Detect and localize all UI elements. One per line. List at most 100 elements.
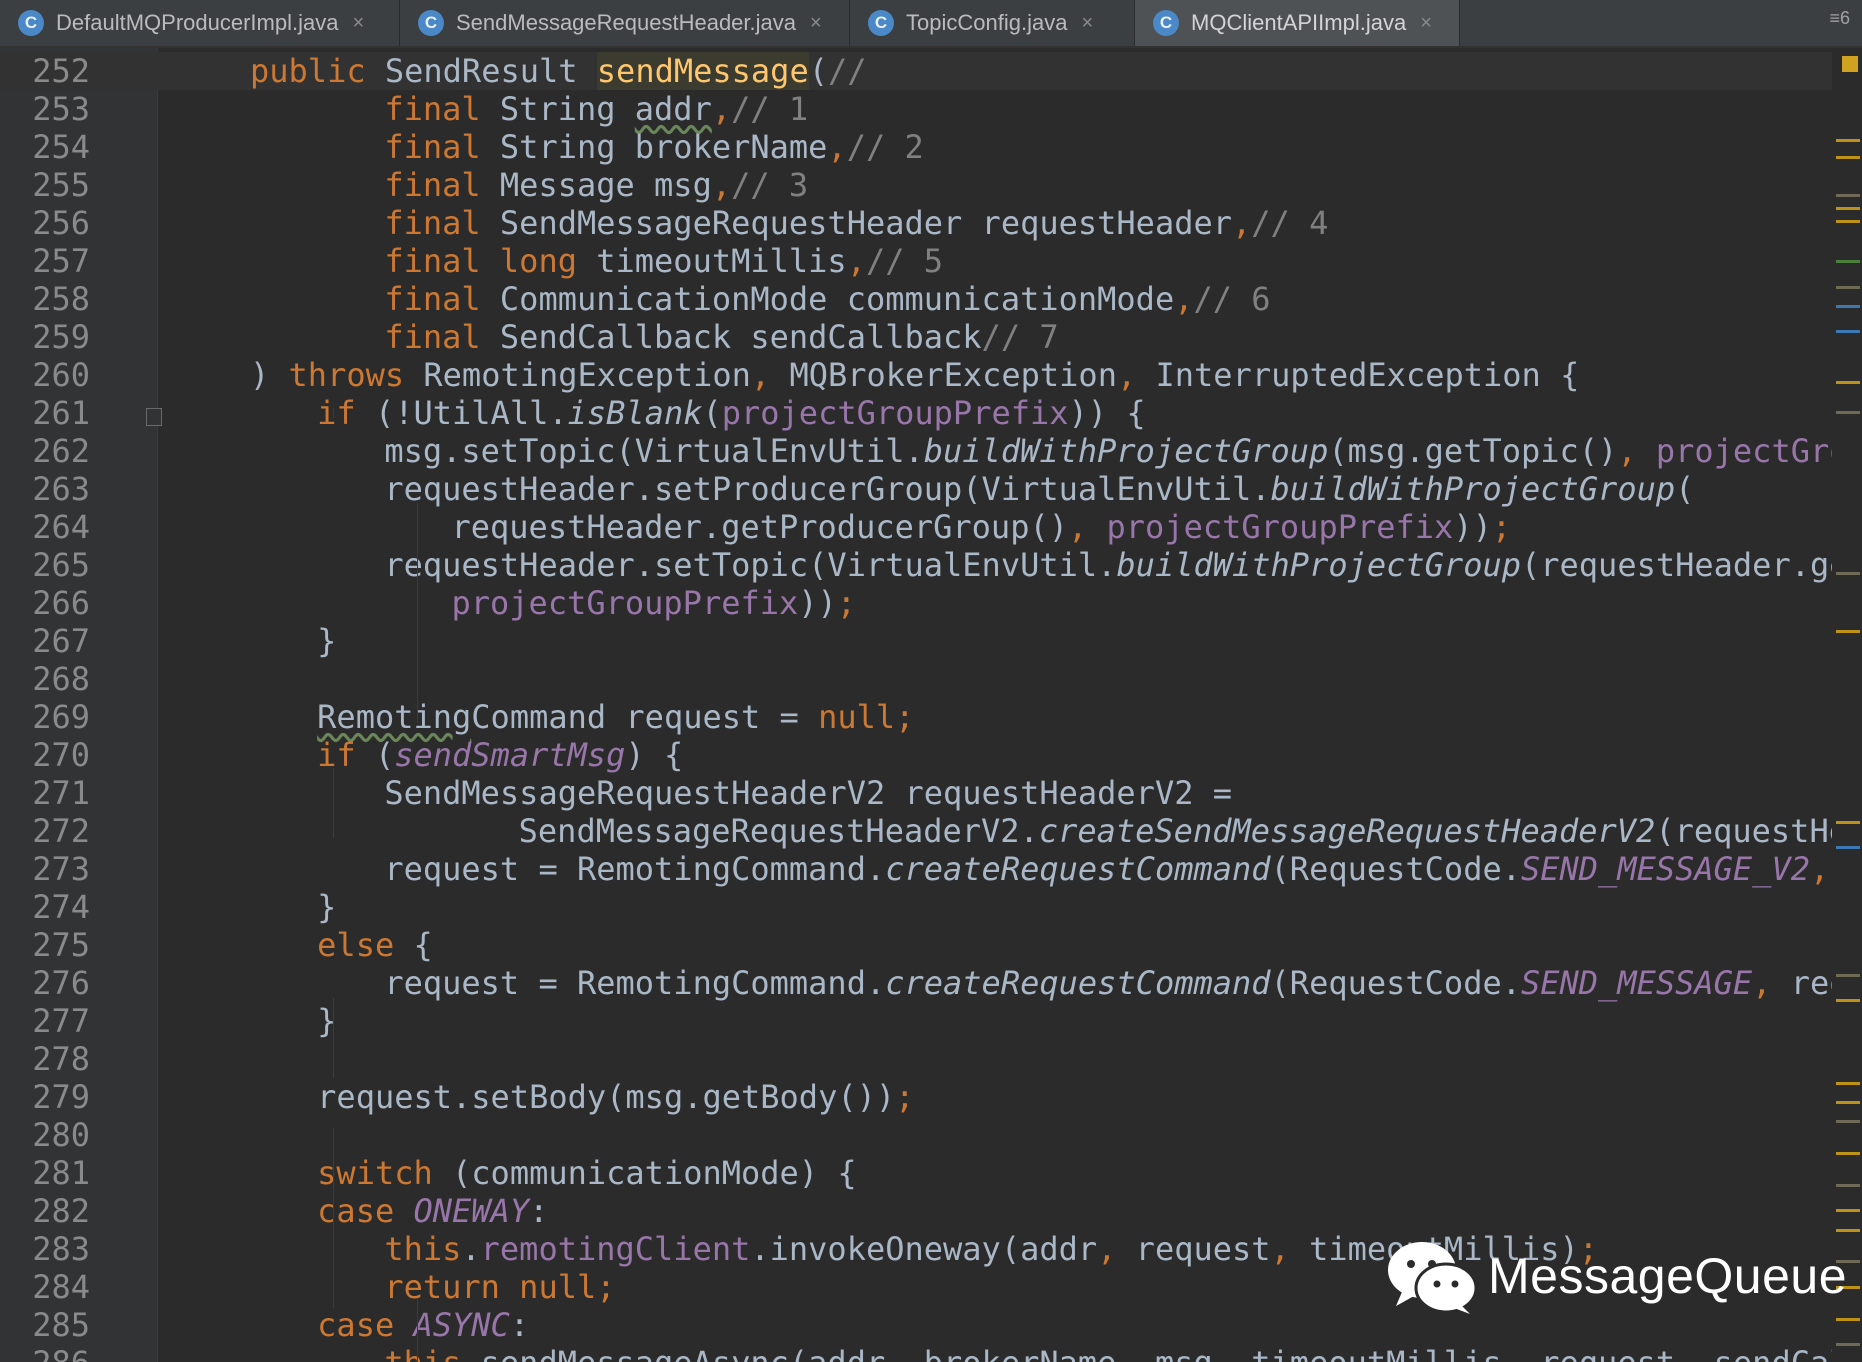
- line-number[interactable]: 257: [0, 242, 90, 280]
- close-icon[interactable]: ×: [810, 12, 822, 35]
- stripe-marker[interactable]: [1836, 330, 1860, 334]
- code-line[interactable]: 253 final String addr,// 1: [0, 90, 1832, 128]
- line-number[interactable]: 273: [0, 850, 90, 888]
- line-number[interactable]: 274: [0, 888, 90, 926]
- code-line[interactable]: 278: [0, 1040, 1832, 1078]
- code-line[interactable]: 258 final CommunicationMode communication…: [0, 280, 1832, 318]
- stripe-marker[interactable]: [1836, 155, 1860, 159]
- stripe-marker[interactable]: [1836, 219, 1860, 223]
- code-line[interactable]: 277}: [0, 1002, 1832, 1040]
- tab-mqclientapiimpl[interactable]: C MQClientAPIImpl.java ×: [1135, 0, 1460, 46]
- code-line[interactable]: 270 if (sendSmartMsg) {: [0, 736, 1832, 774]
- stripe-marker[interactable]: [1836, 629, 1860, 633]
- line-number[interactable]: 263: [0, 470, 90, 508]
- tab-overflow-menu[interactable]: ≡6: [1829, 8, 1850, 29]
- line-number[interactable]: 268: [0, 660, 90, 698]
- stripe-marker[interactable]: [1836, 410, 1860, 414]
- stripe-marker[interactable]: [1836, 1209, 1860, 1213]
- stripe-marker[interactable]: [1836, 820, 1860, 824]
- line-number[interactable]: 271: [0, 774, 90, 812]
- tab-topicconfig[interactable]: C TopicConfig.java ×: [850, 0, 1135, 46]
- line-number[interactable]: 275: [0, 926, 90, 964]
- stripe-marker[interactable]: [1836, 381, 1860, 385]
- line-number[interactable]: 260: [0, 356, 90, 394]
- close-icon[interactable]: ×: [352, 12, 364, 35]
- code-line[interactable]: 263 requestHeader.setProducerGroup(Virtua…: [0, 470, 1832, 508]
- line-number[interactable]: 283: [0, 1230, 90, 1268]
- line-number[interactable]: 279: [0, 1078, 90, 1116]
- line-number[interactable]: 258: [0, 280, 90, 318]
- code-line[interactable]: 271 SendMessageRequestHeaderV2 requestHea…: [0, 774, 1832, 812]
- line-number[interactable]: 286: [0, 1344, 90, 1362]
- code-line[interactable]: 264 requestHeader.getProducerGroup(), pro…: [0, 508, 1832, 546]
- code-line[interactable]: 252 public SendResult sendMessage(//: [0, 52, 1832, 90]
- line-number[interactable]: 259: [0, 318, 90, 356]
- stripe-marker[interactable]: [1836, 304, 1860, 308]
- stripe-marker[interactable]: [1836, 1184, 1860, 1187]
- stripe-marker[interactable]: [1836, 973, 1860, 977]
- code-line[interactable]: 281 switch (communicationMode) {: [0, 1154, 1832, 1192]
- line-number[interactable]: 253: [0, 90, 90, 128]
- stripe-marker[interactable]: [1836, 1317, 1860, 1321]
- code-editor[interactable]: 252 public SendResult sendMessage(//253 fi…: [0, 48, 1832, 1362]
- line-number[interactable]: 261: [0, 394, 90, 432]
- code-line[interactable]: 269 RemotingCommand request = null;: [0, 698, 1832, 736]
- line-number[interactable]: 264: [0, 508, 90, 546]
- code-line[interactable]: 273 request = RemotingCommand.createReque…: [0, 850, 1832, 888]
- code-line[interactable]: 282 case ONEWAY:: [0, 1192, 1832, 1230]
- error-stripe[interactable]: [1832, 48, 1862, 1362]
- code-line[interactable]: 257 final long timeoutMillis,// 5: [0, 242, 1832, 280]
- code-line[interactable]: 272 SendMessageRequestHeaderV2.createSend…: [0, 812, 1832, 850]
- stripe-marker[interactable]: [1836, 846, 1860, 850]
- line-number[interactable]: 254: [0, 128, 90, 166]
- line-number[interactable]: 269: [0, 698, 90, 736]
- code-line[interactable]: 280: [0, 1116, 1832, 1154]
- code-line[interactable]: 279 request.setBody(msg.getBody());: [0, 1078, 1832, 1116]
- code-line[interactable]: 262 msg.setTopic(VirtualEnvUtil.buildWith…: [0, 432, 1832, 470]
- line-number[interactable]: 266: [0, 584, 90, 622]
- line-number[interactable]: 262: [0, 432, 90, 470]
- line-number[interactable]: 270: [0, 736, 90, 774]
- stripe-marker[interactable]: [1836, 206, 1860, 210]
- code-line[interactable]: 256 final SendMessageRequestHeader reques…: [0, 204, 1832, 242]
- line-number[interactable]: 284: [0, 1268, 90, 1306]
- stripe-marker[interactable]: [1836, 194, 1860, 198]
- code-line[interactable]: 276 request = RemotingCommand.createReque…: [0, 964, 1832, 1002]
- line-number[interactable]: 265: [0, 546, 90, 584]
- tab-defaultmqproducerimpl[interactable]: C DefaultMQProducerImpl.java ×: [0, 0, 400, 46]
- line-number[interactable]: 282: [0, 1192, 90, 1230]
- line-number[interactable]: 256: [0, 204, 90, 242]
- line-number[interactable]: 272: [0, 812, 90, 850]
- line-number[interactable]: 285: [0, 1306, 90, 1344]
- line-number[interactable]: 281: [0, 1154, 90, 1192]
- code-line[interactable]: 286 this.sendMessageAsync(addr, brokerNam…: [0, 1344, 1832, 1362]
- warning-status-icon[interactable]: [1842, 56, 1858, 72]
- code-line[interactable]: 274}: [0, 888, 1832, 926]
- stripe-marker[interactable]: [1836, 999, 1860, 1003]
- code-line[interactable]: 261 if (!UtilAll.isBlank(projectGroupPref…: [0, 394, 1832, 432]
- stripe-marker[interactable]: [1836, 1228, 1860, 1232]
- line-number[interactable]: 252: [0, 52, 90, 90]
- line-number[interactable]: 280: [0, 1116, 90, 1154]
- stripe-marker[interactable]: [1836, 1152, 1860, 1156]
- line-number[interactable]: 267: [0, 622, 90, 660]
- stripe-marker[interactable]: [1836, 1120, 1860, 1124]
- code-line[interactable]: 275 else {: [0, 926, 1832, 964]
- stripe-marker[interactable]: [1836, 1082, 1860, 1086]
- code-line[interactable]: 268: [0, 660, 1832, 698]
- stripe-marker[interactable]: [1836, 572, 1860, 576]
- close-icon[interactable]: ×: [1420, 12, 1432, 35]
- code-line[interactable]: 254 final String brokerName,// 2: [0, 128, 1832, 166]
- line-number[interactable]: 277: [0, 1002, 90, 1040]
- stripe-marker[interactable]: [1836, 139, 1860, 143]
- code-line[interactable]: 255 final Message msg,// 3: [0, 166, 1832, 204]
- line-number[interactable]: 276: [0, 964, 90, 1002]
- stripe-marker[interactable]: [1836, 1343, 1860, 1347]
- code-line[interactable]: 266 projectGroupPrefix));: [0, 584, 1832, 622]
- stripe-marker[interactable]: [1836, 260, 1860, 264]
- close-icon[interactable]: ×: [1081, 12, 1093, 35]
- tab-sendmessagerequestheader[interactable]: C SendMessageRequestHeader.java ×: [400, 0, 850, 46]
- code-line[interactable]: 259 final SendCallback sendCallback// 7: [0, 318, 1832, 356]
- code-line[interactable]: 267}: [0, 622, 1832, 660]
- line-number[interactable]: 255: [0, 166, 90, 204]
